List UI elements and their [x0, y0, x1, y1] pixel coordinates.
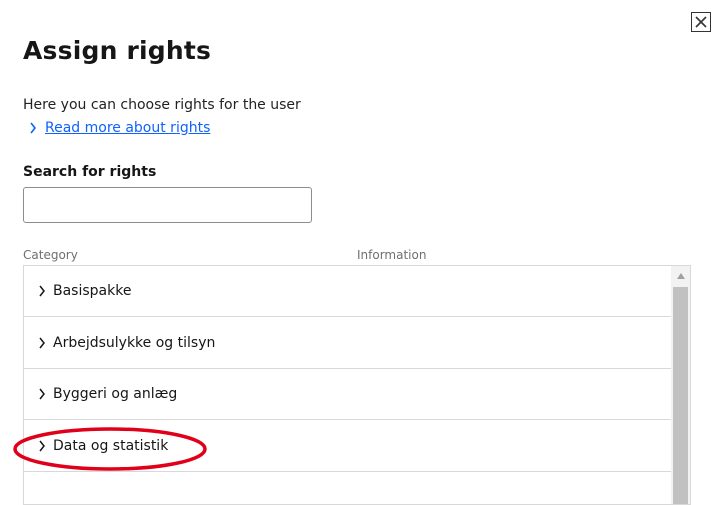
read-more-link-text[interactable]: Read more about rights — [45, 120, 210, 136]
list-item[interactable]: Byggeri og anlæg — [24, 369, 672, 420]
list-item-label: Arbejdsulykke og tilsyn — [53, 335, 216, 351]
search-input[interactable] — [23, 187, 312, 223]
chevron-right-icon — [38, 336, 48, 350]
rights-list: Basispakke Arbejdsulykke og tilsyn Bygge… — [23, 265, 691, 505]
list-item-label: Basispakke — [53, 283, 132, 299]
list-item[interactable]: Data og statistik — [24, 421, 672, 472]
scroll-up-button[interactable] — [671, 266, 690, 286]
list-item-label: Byggeri og anlæg — [53, 386, 178, 402]
chevron-right-icon — [38, 439, 48, 453]
information-column-header: Information — [357, 248, 427, 262]
close-button[interactable] — [691, 12, 711, 32]
arrow-up-icon — [676, 273, 685, 279]
scroll-thumb[interactable] — [673, 287, 688, 504]
category-column-header: Category — [23, 248, 78, 262]
list-item-label: Data og statistik — [53, 438, 169, 454]
list-item[interactable]: Basispakke — [24, 266, 672, 317]
list-item[interactable]: Arbejdsulykke og tilsyn — [24, 318, 672, 369]
chevron-right-icon — [38, 387, 48, 401]
dialog-description: Here you can choose rights for the user — [23, 97, 301, 113]
read-more-link[interactable]: Read more about rights — [29, 120, 210, 136]
close-icon — [695, 16, 707, 28]
chevron-right-icon — [38, 284, 48, 298]
dialog-title: Assign rights — [23, 36, 212, 65]
chevron-right-icon — [30, 122, 37, 134]
list-item[interactable] — [24, 473, 672, 504]
scrollbar[interactable] — [671, 266, 690, 504]
search-label: Search for rights — [23, 164, 157, 180]
